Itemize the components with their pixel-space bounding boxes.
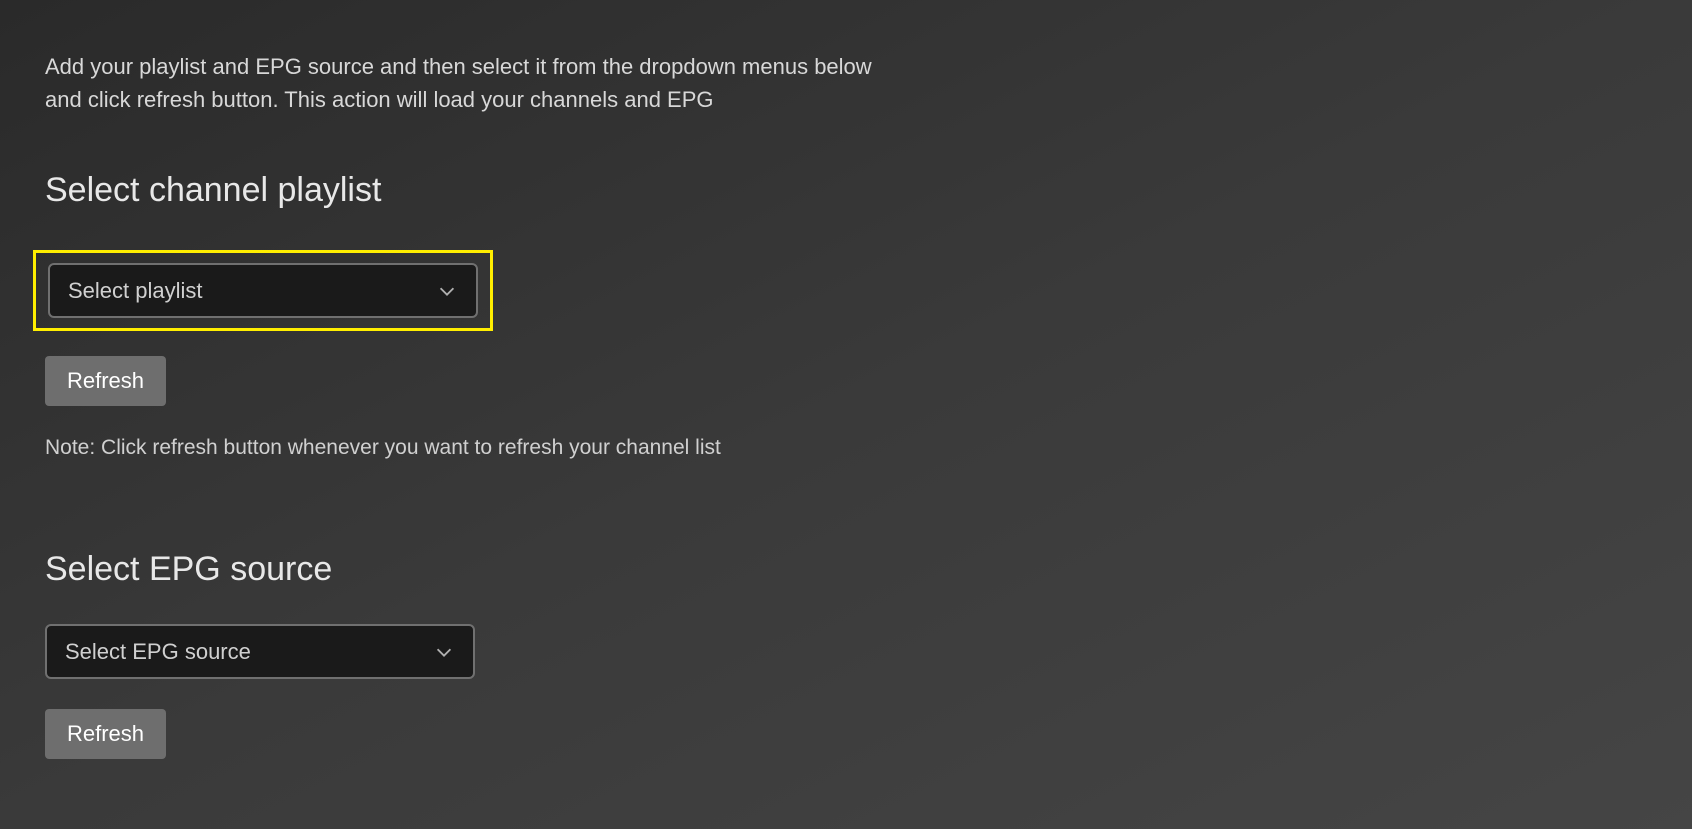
chevron-down-icon [436, 280, 458, 302]
playlist-dropdown[interactable]: Select playlist [48, 263, 478, 318]
epg-dropdown-label: Select EPG source [65, 639, 251, 665]
playlist-dropdown-label: Select playlist [68, 278, 203, 304]
epg-section-heading: Select EPG source [45, 550, 1647, 589]
epg-dropdown[interactable]: Select EPG source [45, 624, 475, 679]
playlist-note: Note: Click refresh button whenever you … [45, 436, 1647, 460]
playlist-dropdown-highlight: Select playlist [33, 250, 493, 331]
intro-text: Add your playlist and EPG source and the… [45, 50, 895, 116]
chevron-down-icon [433, 641, 455, 663]
playlist-refresh-button[interactable]: Refresh [45, 356, 166, 406]
playlist-section-heading: Select channel playlist [45, 171, 1647, 210]
epg-refresh-button[interactable]: Refresh [45, 709, 166, 759]
